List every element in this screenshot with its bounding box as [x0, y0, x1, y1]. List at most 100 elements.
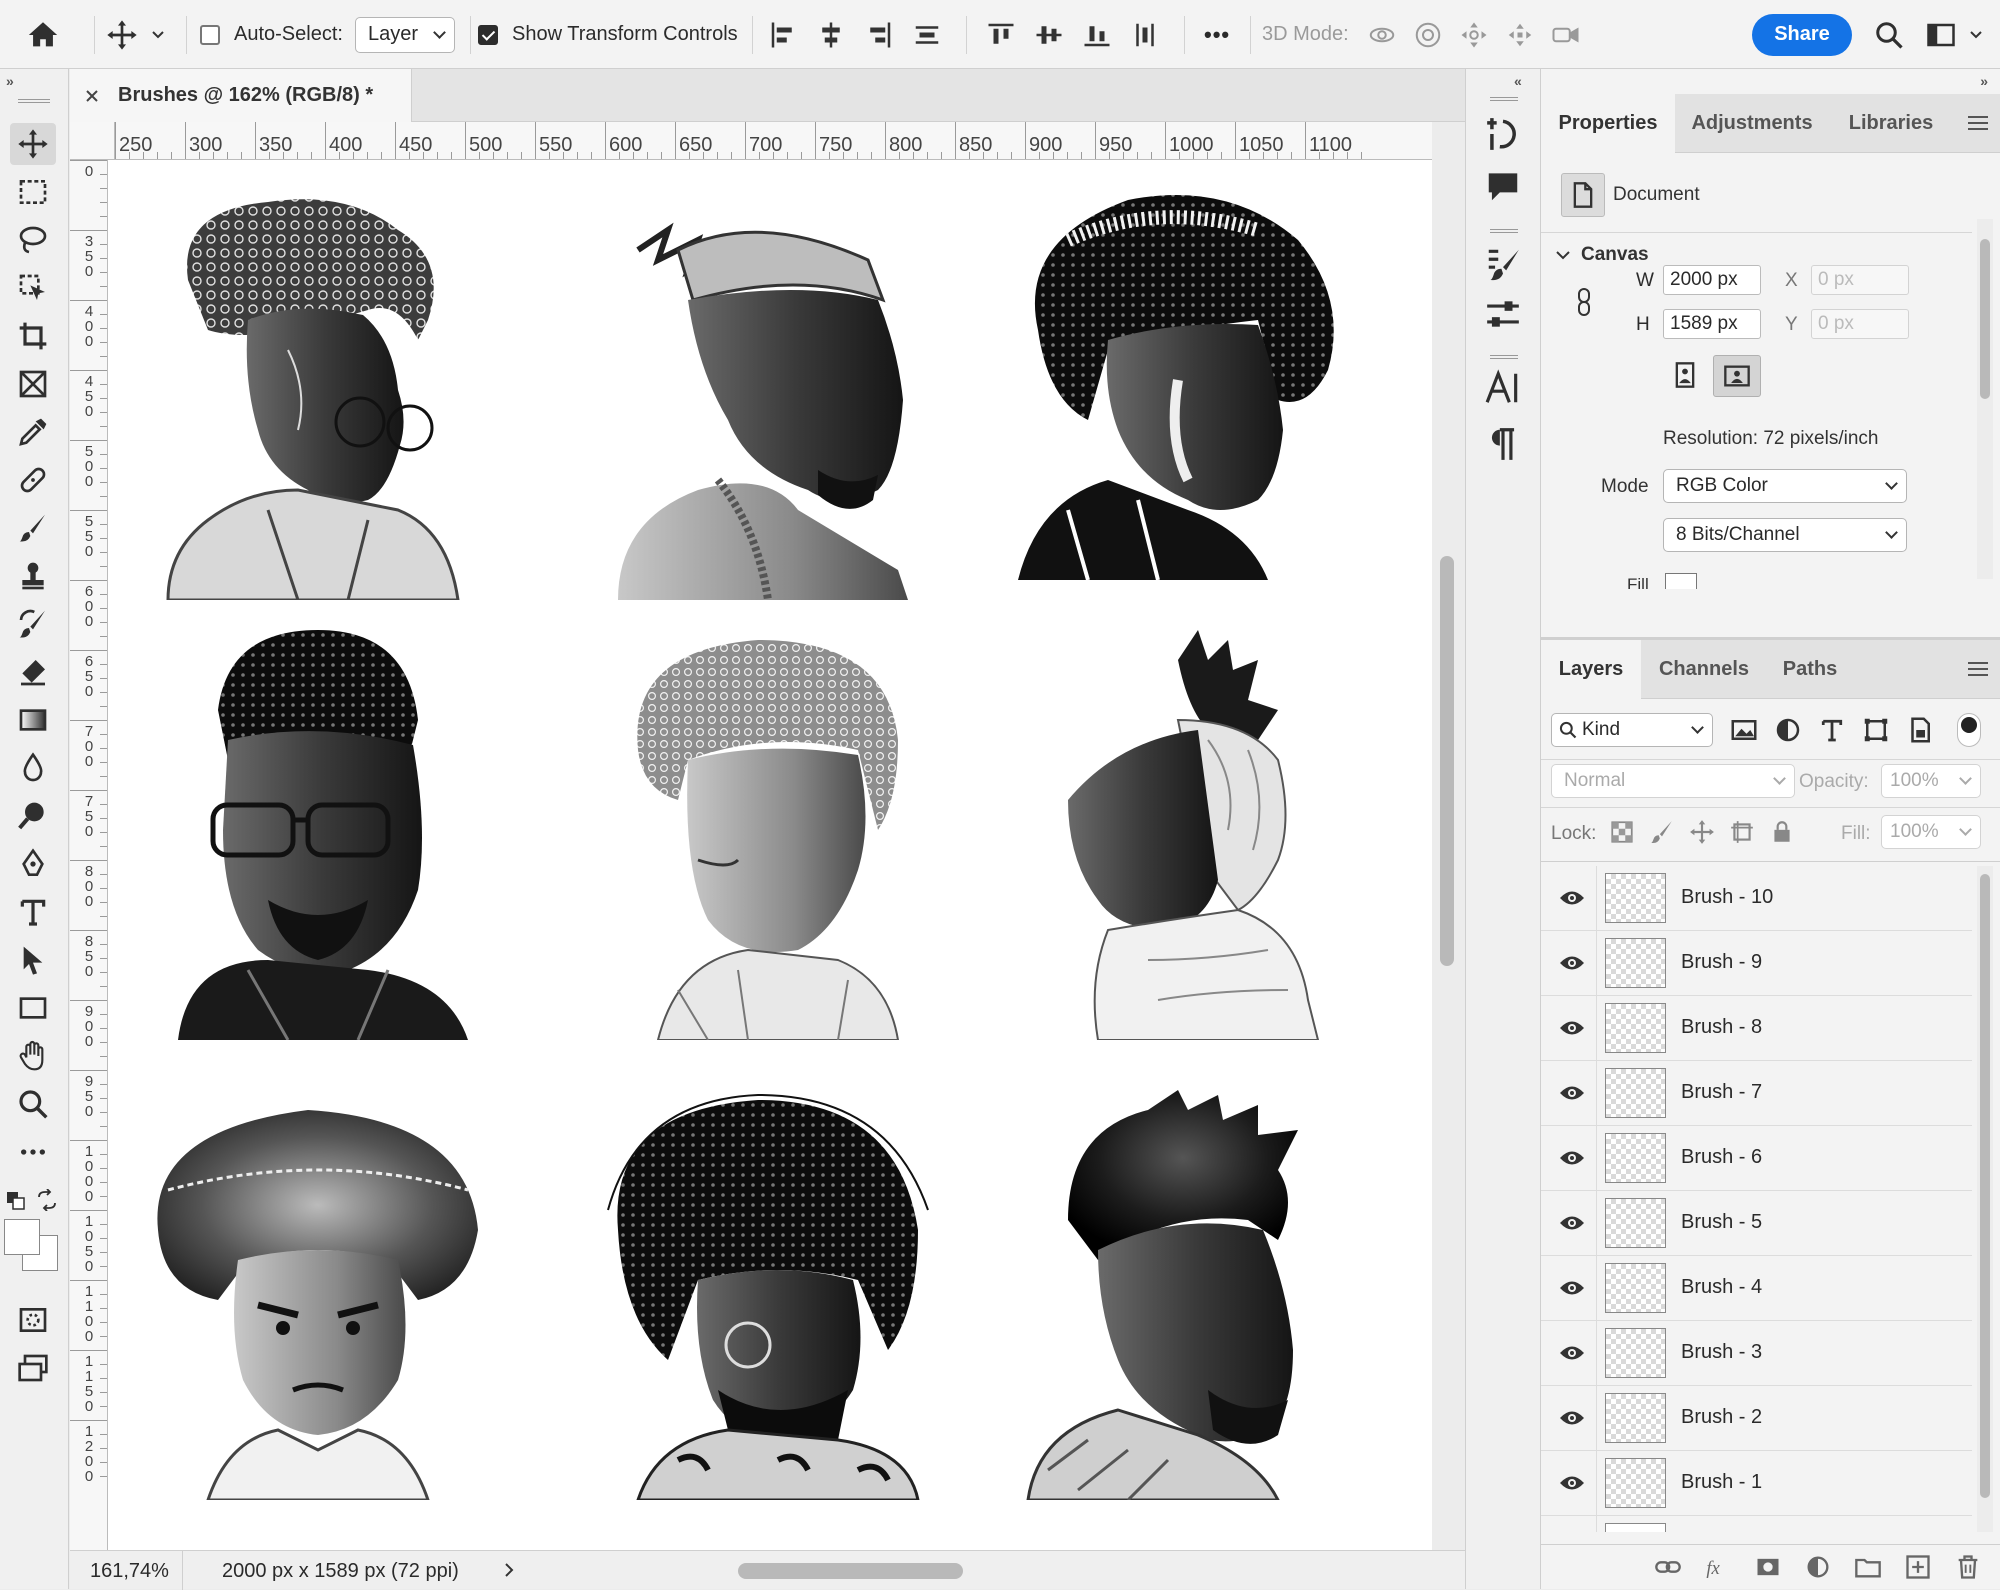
canvas-vertical-scrollbar[interactable] [1432, 122, 1465, 1550]
new-layer-icon[interactable] [1904, 1553, 1932, 1581]
new-adjustment-layer-icon[interactable] [1804, 1553, 1832, 1581]
adjustment-presets-button[interactable] [1484, 295, 1522, 333]
tab-adjustments[interactable]: Adjustments [1675, 94, 1829, 153]
panel-menu-icon[interactable] [1968, 662, 1988, 676]
layer-row[interactable]: Brush - 9 [1541, 931, 1972, 996]
clone-stamp-tool[interactable] [10, 555, 56, 597]
properties-scrollbar[interactable] [1977, 219, 1993, 579]
3d-orbit-button[interactable] [1363, 16, 1401, 54]
dodge-tool[interactable] [10, 795, 56, 837]
chevron-right-icon[interactable] [502, 1561, 516, 1579]
new-group-folder-icon[interactable] [1854, 1553, 1882, 1581]
quick-mask-button[interactable] [10, 1299, 56, 1341]
tab-paths[interactable]: Paths [1767, 640, 1853, 699]
share-button[interactable]: Share [1752, 13, 1852, 56]
filter-smart-objects-icon[interactable] [1905, 715, 1935, 745]
align-top-button[interactable] [982, 16, 1020, 54]
fill-swatch[interactable] [1665, 573, 1697, 589]
layer-row[interactable]: Brush - 2 [1541, 1386, 1972, 1451]
distribute-vertical-button[interactable] [908, 16, 946, 54]
tab-channels[interactable]: Channels [1641, 640, 1767, 699]
filter-toggle-switch[interactable] [1957, 713, 1981, 747]
lasso-tool[interactable] [10, 219, 56, 261]
eye-visibility-icon[interactable] [1559, 1277, 1585, 1299]
layer-row[interactable]: Brush - 5 [1541, 1191, 1972, 1256]
show-transform-controls-checkbox[interactable] [478, 24, 498, 45]
workspace-button[interactable] [1922, 16, 1960, 54]
spot-healing-tool[interactable] [10, 459, 56, 501]
y-field[interactable]: 0 px [1811, 309, 1909, 339]
lock-transparent-pixels-icon[interactable] [1609, 819, 1635, 845]
lock-all-icon[interactable] [1769, 819, 1795, 845]
auto-select-checkbox[interactable] [200, 24, 220, 45]
align-left-button[interactable] [764, 16, 802, 54]
layer-row[interactable]: Brush - 6 [1541, 1126, 1972, 1191]
vertical-scroll-thumb[interactable] [1440, 556, 1454, 966]
eye-visibility-icon[interactable] [1559, 1342, 1585, 1364]
3d-camera-button[interactable] [1547, 16, 1585, 54]
eraser-tool[interactable] [10, 651, 56, 693]
align-vertical-centers-button[interactable] [1030, 16, 1068, 54]
landscape-orientation-button[interactable] [1713, 355, 1761, 397]
brushes-panel-button[interactable] [1484, 245, 1522, 283]
layers-scroll-thumb[interactable] [1980, 874, 1990, 1498]
frame-tool[interactable] [10, 363, 56, 405]
layer-row[interactable]: Brush - 10 [1541, 866, 1972, 931]
chevron-down-icon[interactable] [1968, 27, 1984, 43]
align-horizontal-centers-button[interactable] [812, 16, 850, 54]
layer-row[interactable]: Brush - 1 [1541, 1451, 1972, 1516]
add-mask-icon[interactable] [1754, 1553, 1782, 1581]
layer-style-fx-icon[interactable]: fx [1704, 1553, 1732, 1581]
x-field[interactable]: 0 px [1811, 265, 1909, 295]
filter-kind-dropdown[interactable]: Kind [1551, 713, 1713, 747]
move-tool[interactable] [10, 123, 56, 165]
document-tab[interactable]: Brushes @ 162% (RGB/8) * [70, 69, 412, 122]
eye-visibility-icon[interactable] [1559, 887, 1585, 909]
chevron-down-icon[interactable] [1555, 247, 1571, 263]
screen-mode-button[interactable] [10, 1347, 56, 1389]
width-field[interactable]: 2000 px [1663, 265, 1761, 295]
history-brush-tool[interactable] [10, 603, 56, 645]
layer-row-partial[interactable] [1541, 1516, 1972, 1532]
color-mode-dropdown[interactable]: RGB Color [1663, 469, 1907, 503]
panel-menu-icon[interactable] [1968, 116, 1988, 130]
gradient-tool[interactable] [10, 699, 56, 741]
trash-icon[interactable] [1954, 1553, 1982, 1581]
zoom-level[interactable]: 161,74% [90, 1560, 169, 1583]
close-icon[interactable] [84, 88, 100, 104]
auto-select-target-dropdown[interactable]: Layer [354, 16, 455, 53]
height-field[interactable]: 1589 px [1663, 309, 1761, 339]
link-dimensions-icon[interactable] [1573, 287, 1595, 317]
eye-visibility-icon[interactable] [1559, 1017, 1585, 1039]
eye-visibility-icon[interactable] [1559, 1407, 1585, 1429]
document-canvas[interactable] [108, 160, 1432, 1550]
collapse-panels-icon[interactable]: » [1980, 73, 1988, 89]
crop-tool[interactable] [10, 315, 56, 357]
fill-opacity-field[interactable]: 100% [1881, 815, 1981, 849]
lock-artboard-icon[interactable] [1729, 819, 1755, 845]
distribute-horizontal-button[interactable] [1126, 16, 1164, 54]
default-colors-button[interactable] [6, 1191, 26, 1211]
filter-adjustment-layers-icon[interactable] [1773, 715, 1803, 745]
align-right-button[interactable] [860, 16, 898, 54]
filter-shape-layers-icon[interactable] [1861, 715, 1891, 745]
eye-visibility-icon[interactable] [1559, 1082, 1585, 1104]
horizontal-scroll-thumb[interactable] [738, 1563, 963, 1579]
filter-pixel-layers-icon[interactable] [1729, 715, 1759, 745]
bit-depth-dropdown[interactable]: 8 Bits/Channel [1663, 518, 1907, 552]
tab-properties[interactable]: Properties [1541, 94, 1675, 153]
eye-visibility-icon[interactable] [1559, 1212, 1585, 1234]
pen-tool[interactable] [10, 843, 56, 885]
vertical-ruler[interactable]: 0 350 400 450 500 550 600 650 700 750 800 850 900 950… [70, 160, 108, 1550]
home-button[interactable] [26, 0, 60, 69]
tab-libraries[interactable]: Libraries [1829, 94, 1953, 153]
portrait-orientation-button[interactable] [1665, 355, 1705, 395]
3d-roll-button[interactable] [1409, 16, 1447, 54]
hand-tool[interactable] [10, 1035, 56, 1077]
layer-row[interactable]: Brush - 3 [1541, 1321, 1972, 1386]
rectangular-marquee-tool[interactable] [10, 171, 56, 213]
properties-scroll-thumb[interactable] [1980, 239, 1990, 399]
collapse-dock-icon[interactable]: « [1514, 73, 1522, 89]
blur-tool[interactable] [10, 747, 56, 789]
eye-visibility-icon[interactable] [1559, 1147, 1585, 1169]
